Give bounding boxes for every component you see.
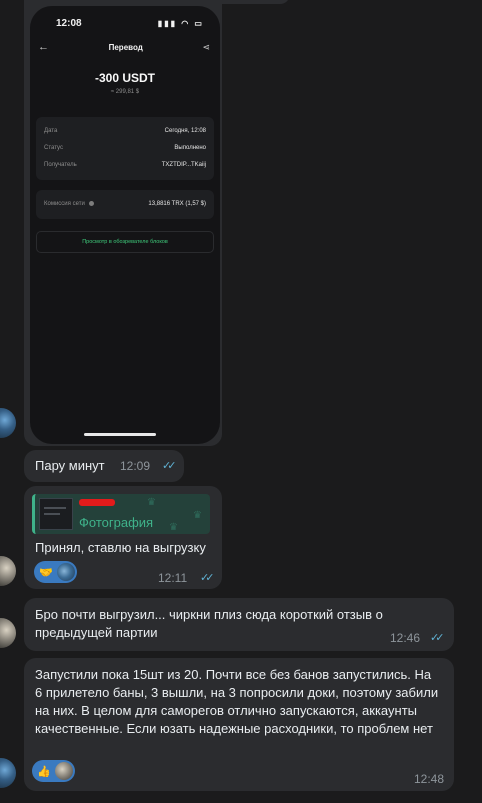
reaction-chip[interactable]: 🤝 xyxy=(34,561,77,583)
message-bubble[interactable]: Бро почти выгрузил... чиркни плиз сюда к… xyxy=(24,598,454,651)
detail-value: TXZTDIP...TKaiij xyxy=(161,162,206,168)
fee-key: Комиссия сети xyxy=(44,196,94,213)
message-text: Пару минут xyxy=(35,458,105,473)
read-receipt-icon: ✓✓ xyxy=(430,632,445,644)
transfer-details-card: Дата Сегодня, 12:08 Статус Выполнено Пол… xyxy=(36,117,214,180)
detail-row-status: Статус Выполнено xyxy=(44,140,206,157)
detail-key: Статус xyxy=(44,145,63,151)
phone-time: 12:08 xyxy=(56,18,82,29)
reply-preview[interactable]: ♛ ♛ ♛ Фотография xyxy=(32,494,210,534)
detail-row-recipient: Получатель TXZTDIP...TKaiij xyxy=(44,157,206,174)
reply-thumbnail xyxy=(39,498,73,530)
reactor-avatar xyxy=(57,563,75,581)
detail-key: Дата xyxy=(44,128,58,134)
avatar[interactable] xyxy=(0,618,16,648)
message-time: 12:48 xyxy=(414,772,445,786)
thumbnail-line xyxy=(44,507,66,509)
thumbs-up-icon: 👍 xyxy=(37,765,51,778)
reactor-avatar xyxy=(55,762,73,780)
transfer-amount: -300 USDT xyxy=(94,71,156,85)
home-indicator xyxy=(84,433,156,436)
fee-card: Комиссия сети 13,8816 TRX (1,57 $) xyxy=(36,190,214,219)
transfer-title: Перевод xyxy=(108,42,143,52)
detail-row-date: Дата Сегодня, 12:08 xyxy=(44,123,206,140)
message-time: 12:11 xyxy=(158,571,188,585)
message-time: 12:46 xyxy=(390,631,421,645)
explorer-link: Просмотр в обозревателе блоков xyxy=(36,231,214,253)
message-bubble[interactable]: Запустили пока 15шт из 20. Почти все без… xyxy=(24,658,454,791)
message-text: Бро почти выгрузил... чиркни плиз сюда к… xyxy=(35,607,383,640)
signal-wifi-battery-icon: ▮▮▮ ◠ ▭ xyxy=(157,19,204,28)
crown-icon: ♛ xyxy=(193,510,202,521)
reaction-row: 🤝 xyxy=(34,561,77,583)
reply-label: Фотография xyxy=(79,515,154,530)
crown-icon: ♛ xyxy=(147,497,156,508)
avatar[interactable] xyxy=(0,408,16,438)
thumbnail-line xyxy=(44,513,60,515)
avatar[interactable] xyxy=(0,556,16,586)
info-icon xyxy=(88,200,94,206)
detail-value: Сегодня, 12:08 xyxy=(164,128,206,134)
detail-value: Выполнено xyxy=(174,145,206,151)
message-bubble[interactable]: Пару минут 12:09 ✓✓ xyxy=(24,450,184,482)
back-arrow-icon: ← xyxy=(38,41,49,53)
avatar[interactable] xyxy=(0,758,16,788)
fee-row: Комиссия сети 13,8816 TRX (1,57 $) xyxy=(44,196,206,213)
fee-value: 13,8816 TRX (1,57 $) xyxy=(148,201,206,207)
phone-status-bar: 12:08 ▮▮▮ ◠ ▭ xyxy=(30,6,220,29)
transfer-header: ← Перевод ⋖ xyxy=(30,29,220,53)
read-receipt-icon: ✓✓ xyxy=(200,572,215,584)
handshake-icon: 🤝 xyxy=(39,566,53,579)
message-text: Запустили пока 15шт из 20. Почти все без… xyxy=(35,667,439,736)
message-bubble[interactable]: ♛ ♛ ♛ Фотография Принял, ставлю на выгру… xyxy=(24,486,222,589)
reaction-chip[interactable]: 👍 xyxy=(32,760,75,782)
photo-message[interactable]: 12:08 ▮▮▮ ◠ ▭ ← Перевод ⋖ -300 USDT ≈ 29… xyxy=(24,0,222,446)
detail-key: Получатель xyxy=(44,162,77,168)
share-icon: ⋖ xyxy=(202,41,210,52)
message-time: 12:09 xyxy=(120,459,151,473)
transfer-amount-fiat: ≈ 299,81 $ xyxy=(110,89,140,95)
read-receipt-icon: ✓✓ xyxy=(162,460,177,472)
message-text: Принял, ставлю на выгрузку xyxy=(35,540,206,555)
crown-icon: ♛ xyxy=(169,522,178,533)
wallet-screenshot: 12:08 ▮▮▮ ◠ ▭ ← Перевод ⋖ -300 USDT ≈ 29… xyxy=(30,6,220,444)
reaction-row: 👍 xyxy=(32,760,75,782)
redaction-mark xyxy=(79,499,115,506)
fee-key-text: Комиссия сети xyxy=(44,201,85,207)
